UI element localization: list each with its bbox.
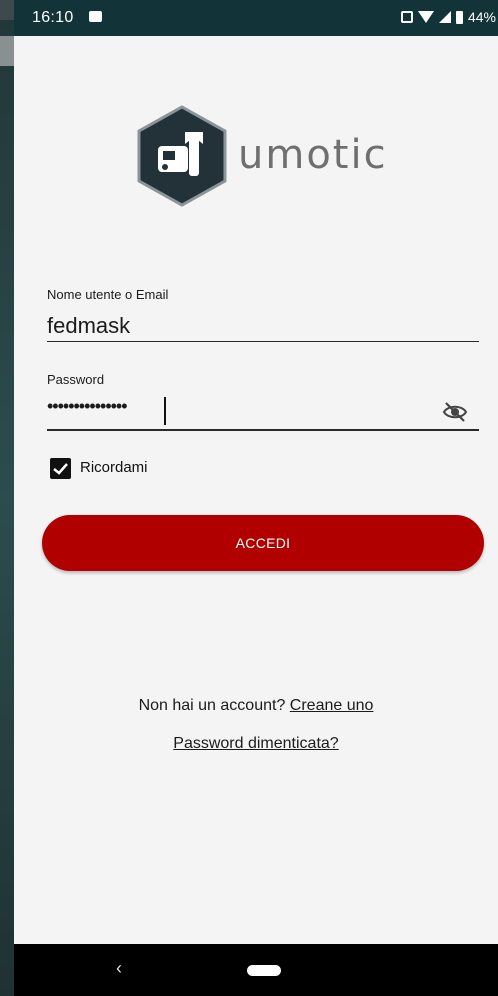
forgot-password-link[interactable]: Password dimenticata?: [14, 735, 498, 753]
wifi-icon: [417, 11, 434, 23]
eye-off-icon[interactable]: [442, 401, 468, 423]
status-time: 16:10: [32, 9, 74, 26]
remember-checkbox[interactable]: [50, 458, 71, 479]
phone-screen: 16:10 44% umotic Nome utente o Email fed…: [14, 0, 498, 996]
background-strip: [0, 36, 14, 66]
image-icon: [89, 11, 102, 22]
battery-percent: 44%: [467, 9, 496, 25]
status-icons: 44%: [400, 9, 496, 25]
back-icon[interactable]: ‹: [116, 958, 122, 979]
navigation-bar: ‹: [14, 944, 498, 996]
app-logo: umotic: [132, 104, 392, 208]
text-cursor: [164, 397, 166, 425]
login-button[interactable]: ACCEDI: [42, 515, 484, 571]
status-bar: 16:10 44%: [14, 0, 498, 36]
password-label: Password: [47, 372, 105, 387]
password-input[interactable]: •••••••••••••••: [47, 396, 128, 417]
username-input[interactable]: fedmask: [47, 313, 130, 339]
signup-prompt: Non hai un account? Creane uno: [14, 697, 498, 715]
remember-label: Ricordami: [80, 459, 148, 476]
vibrate-icon: [400, 11, 413, 23]
password-underline: [47, 429, 479, 431]
username-underline: [47, 341, 479, 342]
signal-icon: [438, 11, 451, 23]
signup-prompt-text: Non hai un account?: [138, 697, 286, 714]
battery-icon: [455, 10, 463, 24]
signup-link[interactable]: Creane uno: [290, 697, 374, 714]
logo-text: umotic: [238, 132, 388, 178]
home-pill-icon[interactable]: [247, 965, 281, 976]
car-wrench-icon: [137, 105, 227, 207]
username-label: Nome utente o Email: [47, 287, 169, 302]
check-icon: [53, 463, 68, 475]
